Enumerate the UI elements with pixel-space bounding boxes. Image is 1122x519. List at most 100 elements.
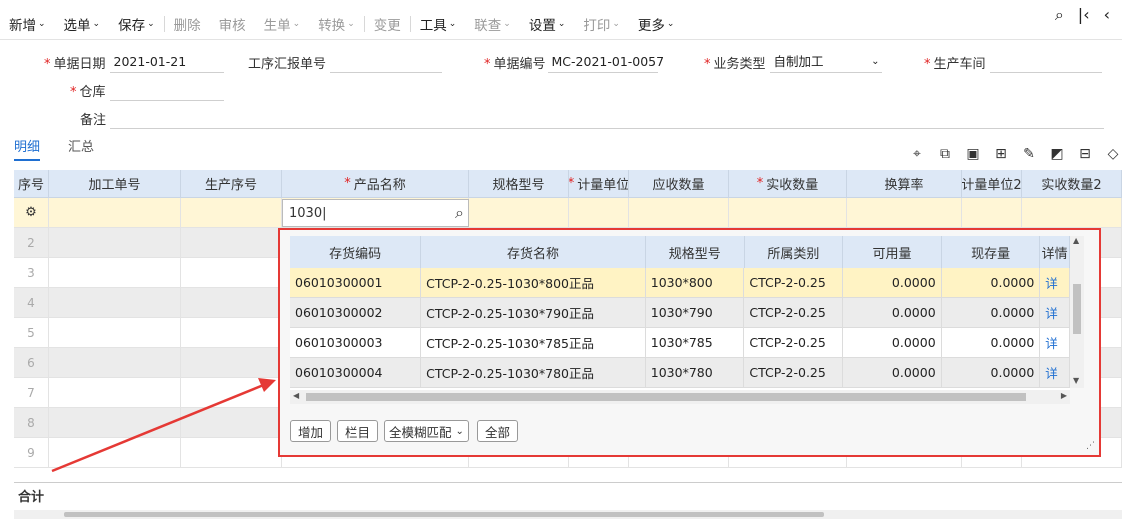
toolbar-item-7[interactable]: 变更: [365, 9, 410, 39]
table-cell[interactable]: [49, 288, 181, 317]
popup-row[interactable]: 06010300004 CTCP-2-0.25-1030*780正品 1030*78…: [290, 358, 1070, 388]
toolbar-item-6[interactable]: 转换 ⌄: [309, 9, 364, 39]
column-header[interactable]: 换算率: [847, 170, 962, 197]
table-cell[interactable]: [49, 228, 181, 257]
popup-column-header[interactable]: 现存量: [942, 236, 1041, 268]
table-cell[interactable]: [181, 408, 282, 437]
note-field[interactable]: [110, 107, 1105, 129]
scroll-up-icon[interactable]: ▲: [1073, 236, 1079, 245]
paste-icon[interactable]: ▣: [964, 146, 982, 162]
row-setting-icon[interactable]: ⚙: [14, 198, 49, 227]
split-icon[interactable]: ⊟: [1076, 146, 1094, 162]
columns-button[interactable]: 栏目: [337, 420, 379, 442]
scrollbar-thumb[interactable]: [64, 512, 824, 517]
type-select[interactable]: 自制加工 ⌄: [769, 51, 882, 73]
tab-summary[interactable]: 汇总: [68, 136, 94, 161]
table-cell[interactable]: [181, 438, 282, 467]
detail-link[interactable]: 详: [1040, 298, 1070, 327]
table-cell[interactable]: [49, 258, 181, 287]
column-header[interactable]: 应收数量: [629, 170, 729, 197]
column-header[interactable]: 序号: [14, 170, 49, 197]
code-field[interactable]: MC-2021-01-0057: [547, 51, 664, 73]
popup-column-header[interactable]: 存货编码: [290, 236, 422, 268]
detail-link[interactable]: 详: [1040, 268, 1070, 297]
warehouse-field[interactable]: [109, 79, 224, 101]
toolbar-item-11[interactable]: 打印 ⌄: [574, 9, 629, 39]
chevron-down-icon: ⌄: [292, 18, 301, 29]
back-icon[interactable]: ‹: [1104, 5, 1110, 25]
table-cell[interactable]: [49, 408, 181, 437]
all-button[interactable]: 全部: [476, 420, 518, 442]
popup-row[interactable]: 06010300003 CTCP-2-0.25-1030*785正品 1030*78…: [290, 328, 1070, 358]
column-header[interactable]: 加工单号: [49, 170, 181, 197]
toolbar-item-2[interactable]: 保存 ⌄: [109, 9, 164, 39]
column-header[interactable]: 生产序号: [181, 170, 282, 197]
copy-icon[interactable]: ⧉: [936, 146, 954, 162]
table-cell[interactable]: [181, 318, 282, 347]
table-cell[interactable]: [49, 348, 181, 377]
column-header[interactable]: *计量单位: [569, 170, 629, 197]
column-header[interactable]: 计量单位2: [962, 170, 1022, 197]
grid-horizontal-scrollbar[interactable]: [14, 510, 1122, 519]
chart-icon[interactable]: ◩: [1048, 146, 1066, 162]
toolbar-item-12[interactable]: 更多 ⌄: [629, 9, 684, 39]
edit-icon[interactable]: ✎: [1020, 146, 1038, 162]
popup-cell: CTCP-2-0.25-1030*800正品: [421, 268, 646, 297]
column-header[interactable]: 规格型号: [469, 170, 569, 197]
table-cell[interactable]: [181, 348, 282, 377]
location-icon[interactable]: ⌖: [908, 146, 926, 162]
toolbar-item-8[interactable]: 工具 ⌄: [411, 9, 466, 39]
scroll-left-icon[interactable]: ◀: [293, 391, 299, 400]
batch-icon[interactable]: ⊞: [992, 146, 1010, 162]
toolbar-item-0[interactable]: 新增 ⌄: [0, 9, 55, 39]
table-cell[interactable]: [181, 228, 282, 257]
table-row[interactable]: ⚙: [14, 198, 1122, 228]
scroll-right-icon[interactable]: ▶: [1061, 391, 1067, 400]
table-cell[interactable]: [181, 378, 282, 407]
first-page-icon[interactable]: |‹: [1078, 5, 1090, 25]
detail-link[interactable]: 详: [1040, 358, 1070, 387]
toolbar-item-9[interactable]: 联查 ⌄: [465, 9, 520, 39]
popup-row[interactable]: 06010300001 CTCP-2-0.25-1030*800正品 1030*80…: [290, 268, 1070, 298]
table-cell[interactable]: [49, 378, 181, 407]
toolbar-item-4[interactable]: 审核: [210, 9, 255, 39]
column-header[interactable]: * 产品名称: [282, 170, 469, 197]
column-header[interactable]: * 实收数量: [729, 170, 847, 197]
toolbar-item-1[interactable]: 选单 ⌄: [55, 9, 110, 39]
match-mode-select[interactable]: 全模糊匹配 ⌄: [384, 420, 469, 442]
report-field[interactable]: [330, 51, 443, 73]
column-header[interactable]: 实收数量2: [1022, 170, 1122, 197]
popup-column-header[interactable]: 可用量: [843, 236, 942, 268]
popup-column-header[interactable]: 存货名称: [421, 236, 646, 268]
table-cell[interactable]: [49, 438, 181, 467]
table-cell[interactable]: [181, 258, 282, 287]
scrollbar-thumb[interactable]: [1073, 284, 1081, 334]
popup-cell: CTCP-2-0.25: [744, 328, 844, 357]
toolbar-item-label: 删除: [173, 17, 201, 34]
product-name-input[interactable]: 1030 | ⌕: [282, 199, 469, 227]
scroll-down-icon[interactable]: ▼: [1073, 376, 1079, 385]
popup-column-header[interactable]: 详情: [1040, 236, 1070, 268]
detail-link[interactable]: 详: [1040, 328, 1070, 357]
search-icon[interactable]: ⌕: [455, 203, 464, 223]
popup-column-header[interactable]: 规格型号: [646, 236, 745, 268]
search-doc-icon[interactable]: ⌕: [1055, 5, 1064, 25]
chevron-down-icon: ⌄: [147, 18, 155, 29]
popup-vertical-scrollbar[interactable]: ▲ ▼: [1070, 236, 1084, 388]
toolbar-item-5[interactable]: 生单 ⌄: [255, 9, 310, 39]
popup-column-header[interactable]: 所属类别: [745, 236, 844, 268]
date-field[interactable]: 2021-01-21: [109, 51, 224, 73]
chevron-down-icon: ⌄: [38, 18, 46, 29]
tab-detail[interactable]: 明细: [14, 136, 41, 161]
clear-icon[interactable]: ◇: [1104, 146, 1122, 162]
toolbar-item-10[interactable]: 设置 ⌄: [520, 9, 575, 39]
toolbar-item-3[interactable]: 删除: [165, 9, 210, 39]
workshop-field[interactable]: [989, 51, 1102, 73]
popup-row[interactable]: 06010300002 CTCP-2-0.25-1030*790正品 1030*79…: [290, 298, 1070, 328]
resize-handle-icon[interactable]: ⋰: [1086, 441, 1095, 451]
add-button[interactable]: 增加: [290, 420, 332, 442]
popup-horizontal-scrollbar[interactable]: ◀ ▶: [290, 390, 1070, 404]
table-cell[interactable]: [181, 288, 282, 317]
scrollbar-thumb[interactable]: [306, 393, 1026, 401]
table-cell[interactable]: [49, 318, 181, 347]
